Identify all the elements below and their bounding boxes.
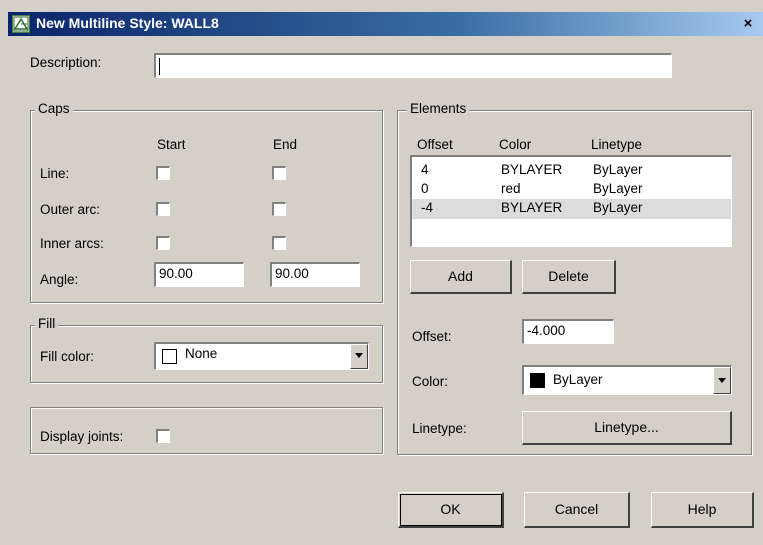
caps-group-title: Caps bbox=[35, 101, 73, 116]
caps-end-header: End bbox=[273, 137, 298, 152]
app-icon bbox=[12, 15, 30, 33]
ok-button[interactable]: OK bbox=[398, 492, 504, 528]
caps-inner-arcs-start-checkbox[interactable] bbox=[156, 236, 170, 250]
title-bar[interactable]: New Multiline Style: WALL8 × bbox=[8, 12, 763, 36]
element-color-dropdown-button[interactable] bbox=[713, 367, 731, 394]
elements-row[interactable]: 4 BYLAYER ByLayer bbox=[412, 161, 731, 181]
fill-color-label: Fill color: bbox=[40, 349, 95, 364]
help-button[interactable]: Help bbox=[651, 492, 754, 528]
offset-input[interactable]: -4.000 bbox=[522, 319, 614, 344]
linetype-label: Linetype: bbox=[412, 421, 467, 436]
caps-line-label: Line: bbox=[40, 166, 70, 181]
cancel-button[interactable]: Cancel bbox=[524, 492, 630, 528]
chevron-down-icon bbox=[718, 378, 726, 383]
caps-inner-arcs-label: Inner arcs: bbox=[40, 236, 104, 251]
description-label: Description: bbox=[30, 55, 102, 70]
chevron-down-icon bbox=[355, 353, 363, 358]
element-color-dropdown[interactable]: ByLayer bbox=[522, 365, 732, 395]
fill-group-title: Fill bbox=[35, 316, 59, 331]
window-title: New Multiline Style: WALL8 bbox=[36, 15, 219, 31]
caps-angle-label: Angle: bbox=[40, 272, 79, 287]
caps-line-start-checkbox[interactable] bbox=[156, 166, 170, 180]
elements-listbox[interactable]: 4 BYLAYER ByLayer 0 red ByLayer -4 BYLAY… bbox=[410, 155, 732, 247]
caps-outer-arc-label: Outer arc: bbox=[40, 202, 101, 217]
display-joints-checkbox[interactable] bbox=[156, 429, 170, 443]
delete-button[interactable]: Delete bbox=[522, 260, 616, 294]
caps-line-end-checkbox[interactable] bbox=[272, 166, 286, 180]
elements-offset-header: Offset bbox=[417, 137, 453, 152]
color-label: Color: bbox=[412, 374, 449, 389]
fill-color-dropdown[interactable]: None bbox=[154, 342, 369, 370]
fill-color-dropdown-button[interactable] bbox=[350, 344, 368, 369]
add-button[interactable]: Add bbox=[410, 260, 512, 294]
caps-start-header: Start bbox=[157, 137, 186, 152]
elements-linetype-header: Linetype bbox=[591, 137, 643, 152]
description-input[interactable] bbox=[154, 53, 672, 78]
caps-inner-arcs-end-checkbox[interactable] bbox=[272, 236, 286, 250]
caps-outer-arc-start-checkbox[interactable] bbox=[156, 202, 170, 216]
elements-row[interactable]: 0 red ByLayer bbox=[412, 180, 731, 200]
multiline-style-dialog: New Multiline Style: WALL8 × Description… bbox=[0, 0, 763, 545]
close-button[interactable]: × bbox=[737, 14, 759, 34]
angle-end-input[interactable]: 90.00 bbox=[270, 262, 360, 287]
elements-row-selected[interactable]: -4 BYLAYER ByLayer bbox=[412, 199, 731, 219]
elements-group-title: Elements bbox=[407, 101, 470, 116]
offset-label: Offset: bbox=[412, 329, 452, 344]
angle-start-input[interactable]: 90.00 bbox=[154, 262, 244, 287]
elements-color-header: Color bbox=[499, 137, 532, 152]
linetype-button[interactable]: Linetype... bbox=[522, 411, 732, 445]
caps-outer-arc-end-checkbox[interactable] bbox=[272, 202, 286, 216]
fill-color-swatch bbox=[162, 349, 177, 364]
close-icon: × bbox=[743, 15, 753, 32]
text-caret bbox=[159, 58, 160, 75]
element-color-swatch bbox=[530, 373, 545, 388]
display-joints-label: Display joints: bbox=[40, 429, 124, 444]
